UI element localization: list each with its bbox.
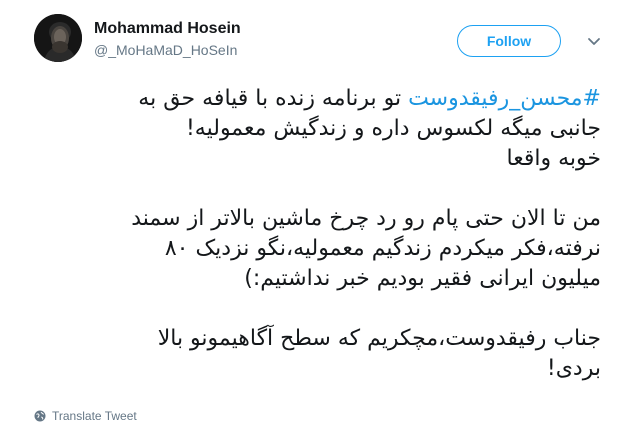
tweet-line-text: تو برنامه زنده با قیافه حق به [138, 86, 409, 111]
author-handle[interactable]: @_MoHaMaD_HoSeIn [94, 42, 237, 58]
avatar[interactable] [34, 14, 82, 62]
translate-tweet-link[interactable]: Translate Tweet [34, 409, 137, 423]
tweet-line: خوبه واقعا [506, 146, 601, 171]
tweet-line: #محسن_رفیقدوست تو برنامه زنده با قیافه ح… [21, 84, 601, 114]
follow-button[interactable]: Follow [457, 25, 561, 57]
tweet-line: من تا الان حتی پام رو رد چرخ ماشین بالات… [131, 206, 601, 231]
tweet-line: نرفته،فکر میکردم زندگیم معمولیه،نگو نزدی… [164, 236, 601, 261]
author-display-name[interactable]: Mohammad Hosein [94, 20, 241, 38]
tweet-card: Mohammad Hosein @_MoHaMaD_HoSeIn Follow … [0, 0, 629, 436]
tweet-line: میلیون ایرانی فقیر بودیم خبر نداشتیم:) [244, 266, 601, 291]
translate-label: Translate Tweet [52, 409, 137, 423]
tweet-line: جناب رفیقدوست،مچکریم که سطح آگاهیمونو با… [157, 326, 601, 351]
tweet-line: جانبی میگه لکسوس داره و زندگیش معمولیه! [185, 116, 601, 141]
hashtag-link[interactable]: #محسن_رفیقدوست [408, 86, 601, 111]
chevron-down-icon[interactable] [586, 36, 602, 48]
tweet-text: #محسن_رفیقدوست تو برنامه زنده با قیافه ح… [21, 84, 601, 384]
globe-icon [34, 410, 46, 422]
tweet-line: بردی! [546, 356, 601, 381]
avatar-photo-icon [34, 14, 82, 62]
